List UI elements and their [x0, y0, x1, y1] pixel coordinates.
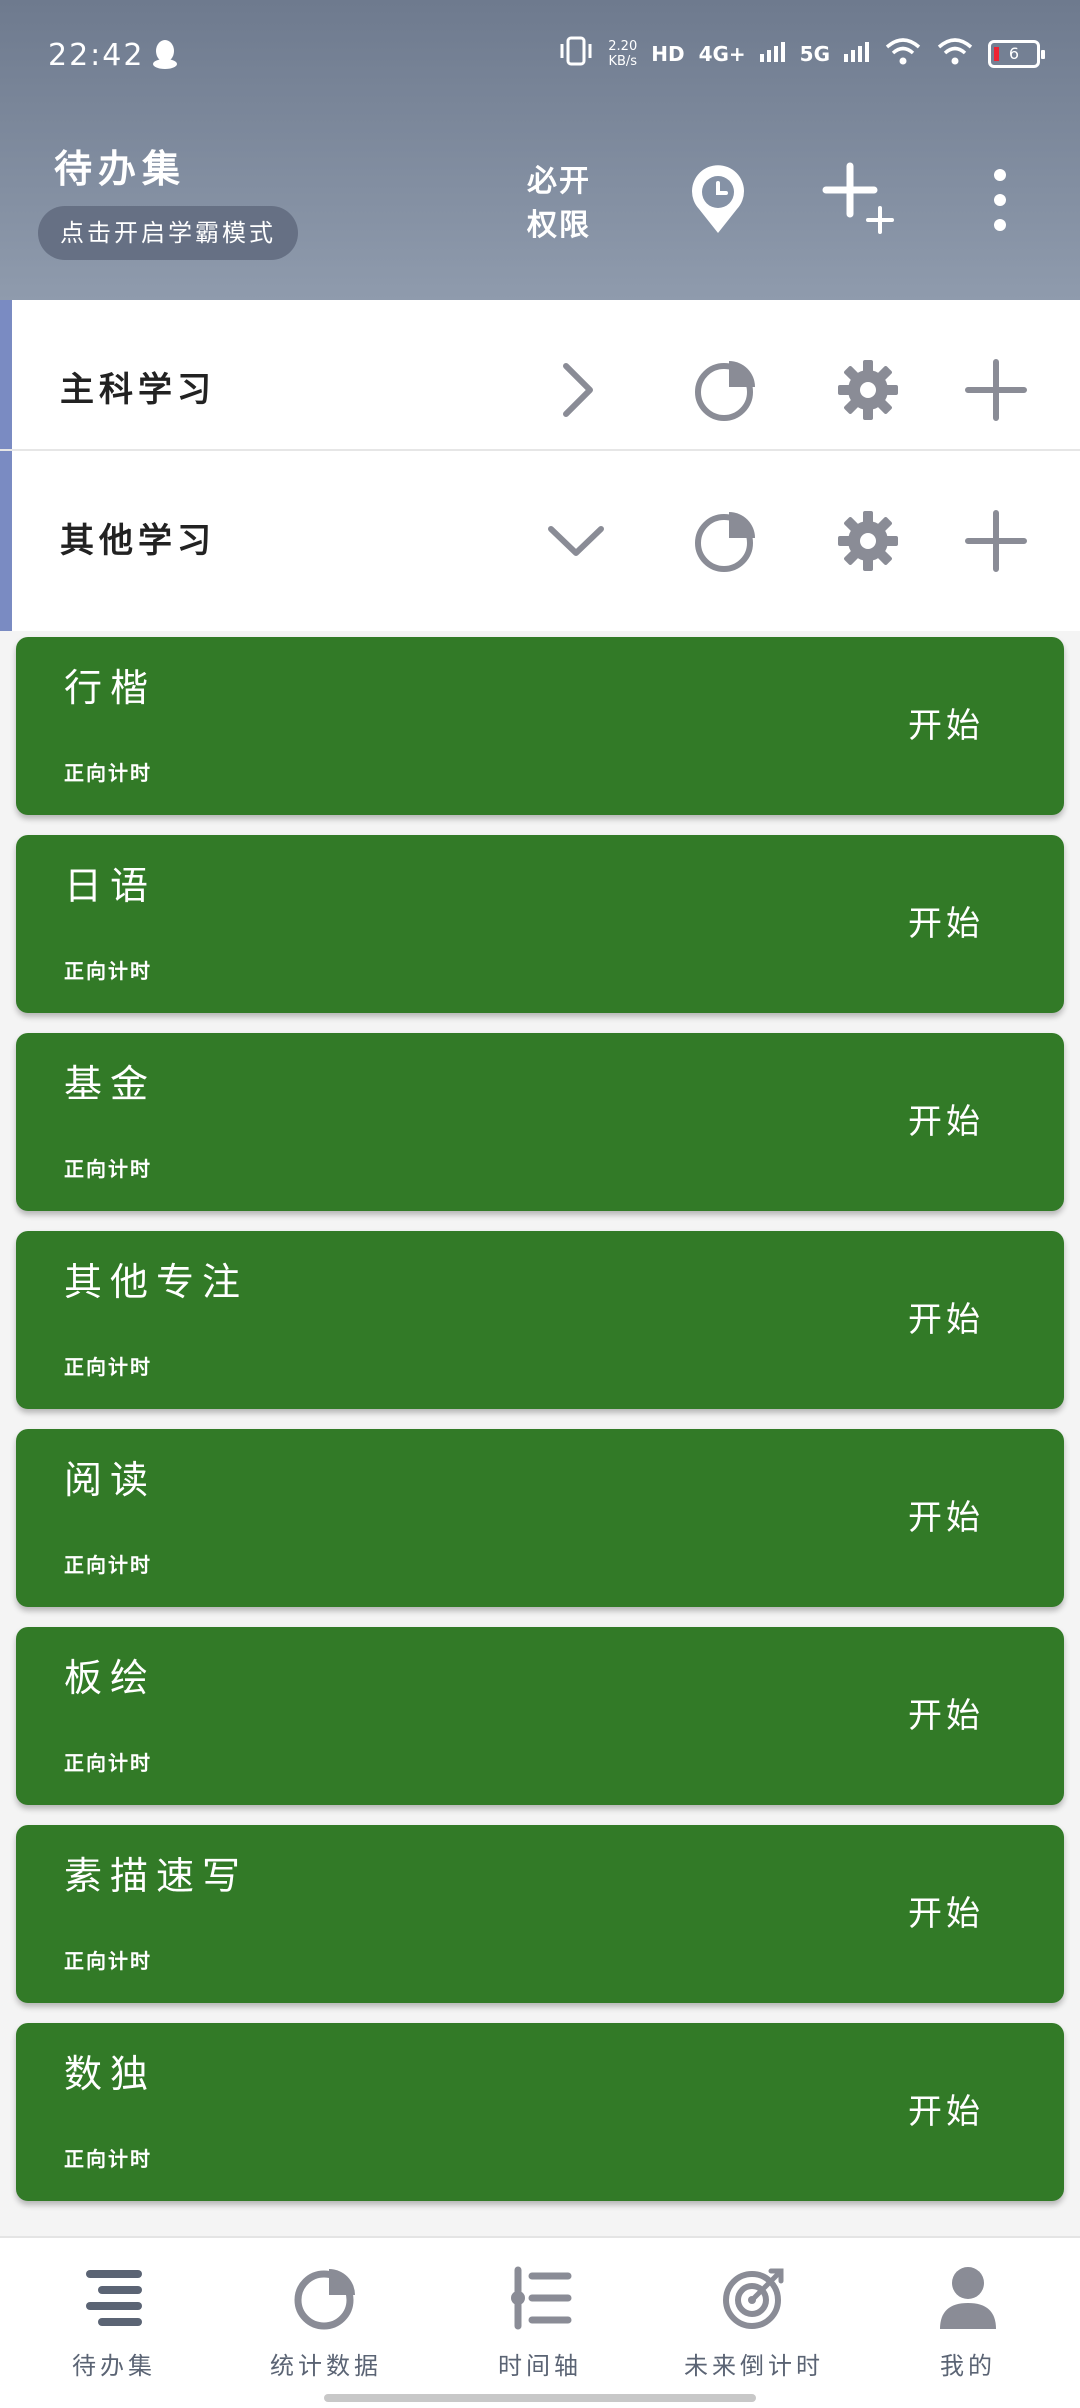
- signal-icon: [759, 40, 786, 67]
- add-task-icon[interactable]: [820, 160, 900, 240]
- network-speed-unit: KB/s: [608, 53, 638, 69]
- location-clock-icon[interactable]: [678, 160, 758, 240]
- start-button[interactable]: 开始: [908, 1033, 984, 1211]
- study-mode-button[interactable]: 点击开启学霸模式: [38, 206, 298, 260]
- task-name: 日语: [64, 864, 157, 908]
- task-timer-mode: 正向计时: [64, 2147, 152, 2171]
- add-icon[interactable]: [956, 501, 1036, 581]
- task-card[interactable]: 其他专注 正向计时 开始: [16, 1231, 1064, 1409]
- task-timer-mode: 正向计时: [64, 1949, 152, 1973]
- category-accent-bar: [0, 451, 12, 631]
- gear-icon[interactable]: [828, 350, 908, 430]
- permissions-label-line1: 必开: [527, 164, 591, 199]
- start-button[interactable]: 开始: [908, 835, 984, 1013]
- permissions-label-line2: 权限: [527, 208, 591, 243]
- wifi-icon: [884, 36, 922, 71]
- task-card[interactable]: 日语 正向计时 开始: [16, 835, 1064, 1013]
- wifi-icon: [936, 36, 974, 71]
- start-button[interactable]: 开始: [908, 1231, 984, 1409]
- pie-chart-icon[interactable]: [686, 350, 766, 430]
- vibrate-icon: [558, 36, 594, 71]
- target-icon: [714, 2258, 794, 2338]
- sim-5g-label: 5G: [799, 41, 830, 66]
- add-icon[interactable]: [956, 350, 1036, 430]
- task-timer-mode: 正向计时: [64, 1553, 152, 1577]
- network-speed-value: 2.20: [608, 38, 638, 54]
- battery-level: 6: [1008, 44, 1020, 63]
- hd-badge: HD: [651, 41, 685, 66]
- task-name: 基金: [64, 1062, 157, 1106]
- category-other-studies[interactable]: 其他学习: [0, 451, 1080, 631]
- nav-tab-statistics[interactable]: 统计数据: [218, 2238, 434, 2388]
- category-name: 其他学习: [60, 521, 216, 561]
- start-button[interactable]: 开始: [908, 1825, 984, 2003]
- sim-4g-label: 4G+: [698, 41, 746, 66]
- task-timer-mode: 正向计时: [64, 1751, 152, 1775]
- nav-tab-todo[interactable]: 待办集: [6, 2238, 222, 2388]
- task-card[interactable]: 阅读 正向计时 开始: [16, 1429, 1064, 1607]
- status-bar: 22:42 2.20 KB/s HD 4G+ 5G 6: [0, 0, 1080, 120]
- task-card[interactable]: 板绘 正向计时 开始: [16, 1627, 1064, 1805]
- task-name: 数独: [64, 2052, 157, 2096]
- nav-tab-profile[interactable]: 我的: [860, 2238, 1076, 2388]
- task-card[interactable]: 行楷 正向计时 开始: [16, 637, 1064, 815]
- permissions-button[interactable]: 必开 权限: [522, 160, 596, 248]
- task-name: 板绘: [64, 1656, 157, 1700]
- nav-label: 统计数据: [270, 2352, 382, 2380]
- task-name: 素描速写: [64, 1854, 249, 1898]
- task-name: 行楷: [64, 666, 157, 710]
- task-name: 其他专注: [64, 1260, 249, 1304]
- gear-icon[interactable]: [828, 501, 908, 581]
- task-timer-mode: 正向计时: [64, 761, 152, 785]
- network-speed: 2.20 KB/s: [608, 39, 637, 69]
- timeline-icon: [500, 2258, 580, 2338]
- task-timer-mode: 正向计时: [64, 1157, 152, 1181]
- signal-icon: [844, 40, 870, 67]
- start-button[interactable]: 开始: [908, 1627, 984, 1805]
- task-card[interactable]: 素描速写 正向计时 开始: [16, 1825, 1064, 2003]
- task-timer-mode: 正向计时: [64, 1355, 152, 1379]
- task-card[interactable]: 基金 正向计时 开始: [16, 1033, 1064, 1211]
- battery-icon: 6: [988, 39, 1045, 68]
- nav-tab-countdown[interactable]: 未来倒计时: [646, 2238, 862, 2388]
- nav-tab-timeline[interactable]: 时间轴: [432, 2238, 648, 2388]
- user-icon: [928, 2258, 1008, 2338]
- qq-notification-icon: [150, 38, 180, 74]
- start-button[interactable]: 开始: [908, 2023, 984, 2201]
- chevron-down-icon[interactable]: [536, 501, 616, 581]
- more-options-icon[interactable]: [960, 160, 1040, 240]
- status-indicators: 2.20 KB/s HD 4G+ 5G 6: [558, 36, 1045, 71]
- pie-chart-icon[interactable]: [686, 501, 766, 581]
- start-button[interactable]: 开始: [908, 1429, 984, 1607]
- page-title: 待办集: [54, 147, 187, 191]
- start-button[interactable]: 开始: [908, 637, 984, 815]
- pie-chart-icon: [286, 2258, 366, 2338]
- nav-label: 待办集: [72, 2352, 156, 2380]
- task-name: 阅读: [64, 1458, 157, 1502]
- task-card[interactable]: 数独 正向计时 开始: [16, 2023, 1064, 2201]
- nav-label: 时间轴: [498, 2352, 582, 2380]
- home-indicator[interactable]: [324, 2394, 756, 2402]
- nav-label: 我的: [940, 2352, 996, 2380]
- list-icon: [74, 2258, 154, 2338]
- bottom-navigation: 待办集 统计数据 时间轴 未来倒计时 我的: [0, 2236, 1080, 2408]
- task-timer-mode: 正向计时: [64, 959, 152, 983]
- nav-label: 未来倒计时: [684, 2352, 824, 2380]
- chevron-right-icon[interactable]: [538, 350, 618, 430]
- status-time: 22:42: [48, 38, 145, 73]
